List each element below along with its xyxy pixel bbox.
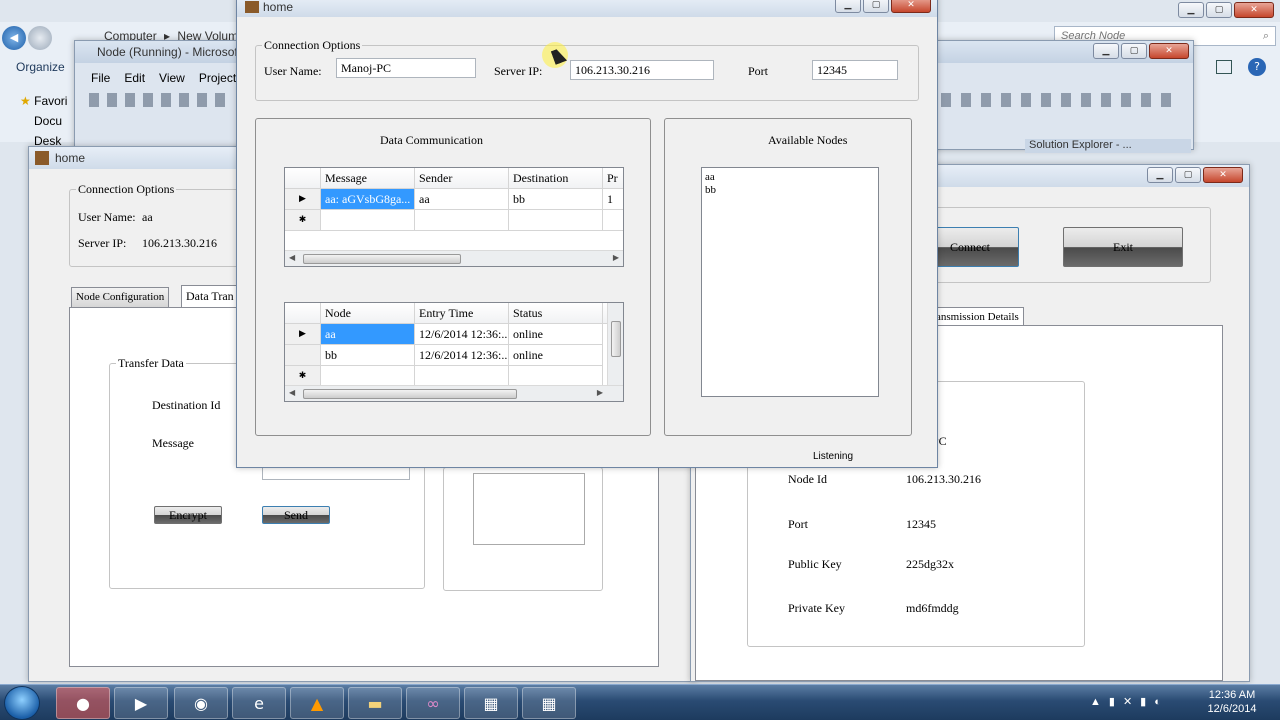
close-button[interactable]: ✕: [891, 0, 931, 13]
connection-options-group: Connection Options User Name: Manoj-PC S…: [255, 38, 919, 101]
send-button[interactable]: Send: [262, 506, 330, 524]
main-home-window: home ▁ ▢ ✕ Connection Options User Name:…: [236, 0, 938, 468]
help-icon[interactable]: ?: [1248, 58, 1266, 76]
data-communication-group: Data Communication Message Sender Destin…: [255, 118, 651, 436]
explorer-folder-icon[interactable]: ▬: [348, 687, 402, 719]
messages-grid[interactable]: Message Sender Destination Pr ▶ aa: aGVs…: [284, 167, 624, 267]
close-button[interactable]: ✕: [1203, 167, 1243, 183]
table-row[interactable]: ▶ aa: aGVsbG8ga... aa bb 1: [285, 189, 623, 210]
left-side-list[interactable]: [473, 473, 585, 545]
user-name-value: aa: [142, 210, 153, 224]
maximize-button[interactable]: ▢: [1206, 2, 1232, 18]
menu-view[interactable]: View: [159, 71, 185, 85]
status-label: Listening: [813, 451, 854, 462]
close-button[interactable]: ✕: [1149, 43, 1189, 59]
app-window-icon[interactable]: ▦: [522, 687, 576, 719]
col-priority[interactable]: Pr: [603, 168, 623, 189]
server-ip-input[interactable]: 106.213.30.216: [570, 60, 714, 80]
list-item[interactable]: bb: [705, 184, 875, 197]
search-icon: ⌕: [1262, 30, 1269, 42]
back-button[interactable]: ◀: [2, 26, 26, 50]
chrome-icon[interactable]: ◉: [174, 687, 228, 719]
nodes-horizontal-scrollbar[interactable]: ◀ ▶: [285, 385, 623, 401]
available-nodes-list[interactable]: aa bb: [701, 167, 879, 397]
new-row[interactable]: ✱: [285, 210, 623, 231]
list-item[interactable]: aa: [705, 171, 875, 184]
user-name-input[interactable]: Manoj-PC: [336, 58, 476, 78]
taskbar: ● ▶ ◉ e ▲ ▬ ∞ ▦ ▦ ▲▮✕▮◐ 12:36 AM 12/6/20…: [0, 684, 1280, 720]
messages-grid-header: Message Sender Destination Pr: [285, 168, 623, 189]
main-home-titlebar: home: [237, 0, 937, 17]
port-input[interactable]: 12345: [812, 60, 898, 80]
col-sender[interactable]: Sender: [415, 168, 509, 189]
minimize-button[interactable]: ▁: [1147, 167, 1173, 183]
clock[interactable]: 12:36 AM 12/6/2014: [1200, 688, 1264, 716]
port-value: 12345: [906, 517, 936, 531]
favorites-item[interactable]: ★ Favori: [20, 94, 67, 108]
col-node[interactable]: Node: [321, 303, 415, 324]
opera-icon[interactable]: ●: [56, 687, 110, 719]
documents-item[interactable]: Docu: [34, 114, 62, 128]
visual-studio-icon[interactable]: ∞: [406, 687, 460, 719]
menu-edit[interactable]: Edit: [124, 71, 145, 85]
close-button[interactable]: ✕: [1234, 2, 1274, 18]
private-key-value: md6fmddg: [906, 601, 959, 615]
table-row[interactable]: ▶ aa 12/6/2014 12:36:... online: [285, 324, 623, 345]
table-row[interactable]: bb 12/6/2014 12:36:... online: [285, 345, 623, 366]
menu-project[interactable]: Project: [199, 71, 236, 85]
clock-date: 12/6/2014: [1207, 703, 1257, 715]
app-window-icon[interactable]: ▦: [464, 687, 518, 719]
explorer-window-controls: ▁ ▢ ✕: [1178, 2, 1274, 18]
minimize-button[interactable]: ▁: [1093, 43, 1119, 59]
vs-toolbar[interactable]: [89, 93, 229, 107]
data-communication-title: Data Communication: [380, 133, 483, 147]
available-nodes-title: Available Nodes: [768, 133, 848, 147]
view-icon[interactable]: [1216, 60, 1232, 74]
maximize-button[interactable]: ▢: [1175, 167, 1201, 183]
col-entry-time[interactable]: Entry Time: [415, 303, 509, 324]
start-button[interactable]: [4, 686, 40, 720]
vs-window-controls: ▁ ▢ ✕: [1093, 43, 1189, 59]
vs-toolbar-right[interactable]: [941, 93, 1181, 107]
nodes-grid[interactable]: Node Entry Time Status ▶ aa 12/6/2014 12…: [284, 302, 624, 402]
server-ip-value: 106.213.30.216: [142, 236, 217, 250]
maximize-button[interactable]: ▢: [863, 0, 889, 13]
solution-explorer-title[interactable]: Solution Explorer - ...: [1025, 139, 1191, 153]
maximize-button[interactable]: ▢: [1121, 43, 1147, 59]
organize-button[interactable]: Organize: [16, 60, 65, 74]
tray-icons[interactable]: ▲▮✕▮◐: [1090, 695, 1169, 708]
node-id-value: 106.213.30.216: [906, 472, 981, 486]
star-icon: ★: [20, 94, 31, 108]
available-nodes-group: Available Nodes aa bb: [664, 118, 912, 436]
encrypt-button[interactable]: Encrypt: [154, 506, 222, 524]
main-window-controls: ▁ ▢ ✕: [835, 0, 931, 13]
messages-horizontal-scrollbar[interactable]: ◀ ▶: [285, 250, 623, 266]
minimize-button[interactable]: ▁: [1178, 2, 1204, 18]
tab-data-transfer[interactable]: Data Tran: [181, 285, 239, 307]
media-player-icon[interactable]: ▶: [114, 687, 168, 719]
app-icon: [35, 151, 49, 165]
vs-menubar: File Edit View Project: [91, 71, 236, 85]
vlc-icon[interactable]: ▲: [290, 687, 344, 719]
ie-icon[interactable]: e: [232, 687, 286, 719]
col-status[interactable]: Status: [509, 303, 603, 324]
exit-button[interactable]: Exit: [1063, 227, 1183, 267]
col-destination[interactable]: Destination: [509, 168, 603, 189]
tab-node-configuration[interactable]: Node Configuration: [71, 287, 170, 307]
new-row[interactable]: ✱: [285, 366, 623, 387]
clock-time: 12:36 AM: [1208, 689, 1256, 701]
col-message[interactable]: Message: [321, 168, 415, 189]
minimize-button[interactable]: ▁: [835, 0, 861, 13]
nodes-grid-header: Node Entry Time Status: [285, 303, 623, 324]
app-icon: [245, 1, 259, 13]
menu-file[interactable]: File: [91, 71, 110, 85]
forward-button[interactable]: [28, 26, 52, 50]
right-window-controls: ▁ ▢ ✕: [1147, 167, 1243, 183]
nodes-vertical-scrollbar[interactable]: [607, 303, 623, 387]
public-key-value: 225dg32x: [906, 557, 954, 571]
left-connection-options: Connection Options User Name: aa Server …: [69, 182, 249, 267]
